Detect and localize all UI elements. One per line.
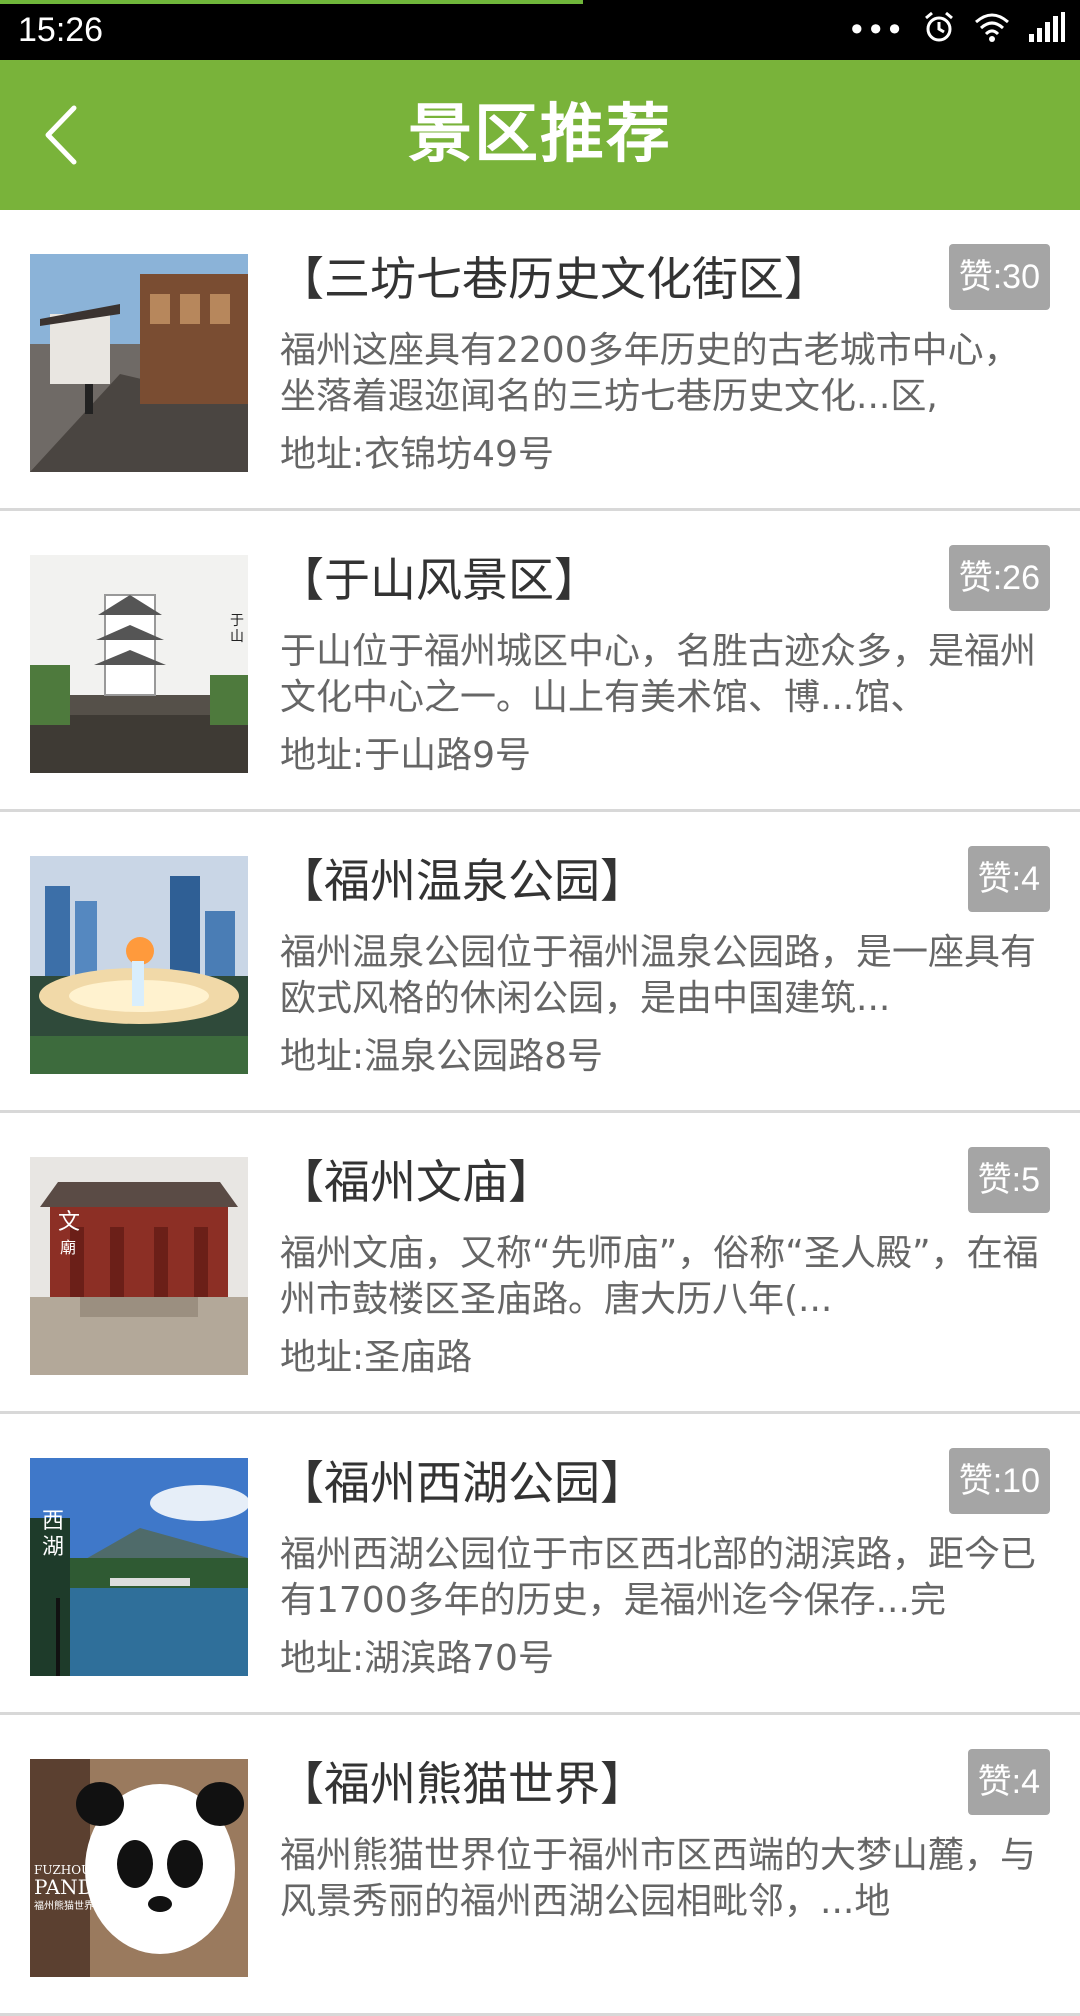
like-count-badge[interactable]: 赞:10	[948, 1448, 1050, 1514]
spot-address: 地址:温泉公园路8号	[280, 1036, 604, 1077]
svg-text:福州熊猫世界: 福州熊猫世界	[34, 1899, 94, 1912]
chevron-left-icon	[45, 105, 77, 165]
list-item[interactable]: 于 山 【于山风景区】 赞:26 于山位于福州城区中心，名胜古迹众多，是福州文化…	[0, 511, 1080, 812]
wifi-icon	[974, 12, 1010, 49]
like-count-badge[interactable]: 赞:4	[967, 846, 1050, 912]
list-item[interactable]: FUZHOU PANDA 福州熊猫世界 【福州熊猫世界】 赞:4 福州熊猫世界位…	[0, 1715, 1080, 2016]
svg-text:西: 西	[42, 1509, 64, 1534]
spot-description: 福州温泉公园位于福州温泉公园路，是一座具有欧式风格的休闲公园，是由中国建筑...	[280, 932, 1037, 1019]
like-count-badge[interactable]: 赞:5	[967, 1147, 1050, 1213]
spot-description: 福州西湖公园位于市区西北部的湖滨路，距今已有1700多年的历史，是福州迄今保存.…	[280, 1534, 1037, 1621]
spot-name: 【福州西湖公园】	[278, 1456, 646, 1510]
svg-text:PANDA: PANDA	[34, 1875, 109, 1899]
status-time: 15:26	[18, 11, 104, 49]
list-item[interactable]: 【福州温泉公园】 赞:4 福州温泉公园位于福州温泉公园路，是一座具有欧式风格的休…	[0, 812, 1080, 1113]
app-header: 景区推荐	[0, 60, 1080, 210]
spot-description: 于山位于福州城区中心，名胜古迹众多，是福州文化中心之一。山上有美术馆、博...馆…	[280, 631, 1037, 718]
svg-text:廟: 廟	[60, 1238, 76, 1257]
spot-thumbnail	[30, 856, 248, 1074]
back-button[interactable]	[30, 100, 100, 170]
page-load-progress	[0, 0, 584, 4]
spot-thumbnail	[30, 254, 248, 472]
list-item[interactable]: 【三坊七巷历史文化街区】 赞:30 福州这座具有2200多年历史的古老城市中心，…	[0, 210, 1080, 511]
like-count-badge[interactable]: 赞:30	[948, 244, 1050, 310]
scenic-spot-list: 【三坊七巷历史文化街区】 赞:30 福州这座具有2200多年历史的古老城市中心，…	[0, 210, 1080, 2016]
spot-description: 福州这座具有2200多年历史的古老城市中心，坐落着遐迩闻名的三坊七巷历史文化..…	[280, 330, 1020, 417]
spot-thumbnail: 文 廟	[30, 1157, 248, 1375]
spot-address: 地址:衣锦坊49号	[280, 434, 554, 475]
spot-name: 【三坊七巷历史文化街区】	[278, 252, 830, 306]
svg-text:湖: 湖	[42, 1535, 64, 1560]
like-count-badge[interactable]: 赞:26	[948, 545, 1050, 611]
spot-thumbnail: 于 山	[30, 555, 248, 773]
alarm-icon	[922, 10, 956, 51]
spot-name: 【于山风景区】	[278, 553, 600, 607]
spot-name: 【福州熊猫世界】	[278, 1757, 646, 1811]
svg-text:山: 山	[230, 629, 244, 645]
spot-name: 【福州文庙】	[278, 1155, 554, 1209]
list-item[interactable]: 西 湖 【福州西湖公园】 赞:10 福州西湖公园位于市区西北部的湖滨路，距今已有…	[0, 1414, 1080, 1715]
like-count-badge[interactable]: 赞:4	[967, 1749, 1050, 1815]
spot-name: 【福州温泉公园】	[278, 854, 646, 908]
list-item[interactable]: 文 廟 【福州文庙】 赞:5 福州文庙，又称“先师庙”，俗称“圣人殿”，在福州市…	[0, 1113, 1080, 1414]
svg-text:于: 于	[230, 613, 244, 629]
spot-address: 地址:圣庙路	[280, 1337, 473, 1378]
status-bar: 15:26 •••	[0, 0, 1080, 60]
signal-icon	[1028, 11, 1066, 49]
more-dots-icon: •••	[847, 11, 904, 49]
spot-description: 福州熊猫世界位于福州市区西端的大梦山麓，与风景秀丽的福州西湖公园相毗邻，...地	[280, 1835, 1037, 1922]
svg-text:文: 文	[58, 1210, 80, 1235]
page-title: 景区推荐	[408, 98, 672, 172]
spot-thumbnail: FUZHOU PANDA 福州熊猫世界	[30, 1759, 248, 1977]
status-icons: •••	[847, 10, 1066, 51]
spot-address: 地址:于山路9号	[280, 735, 532, 776]
spot-description: 福州文庙，又称“先师庙”，俗称“圣人殿”，在福州市鼓楼区圣庙路。唐大历八年(..…	[280, 1233, 1039, 1320]
spot-address: 地址:湖滨路70号	[280, 1638, 554, 1679]
spot-thumbnail: 西 湖	[30, 1458, 248, 1676]
